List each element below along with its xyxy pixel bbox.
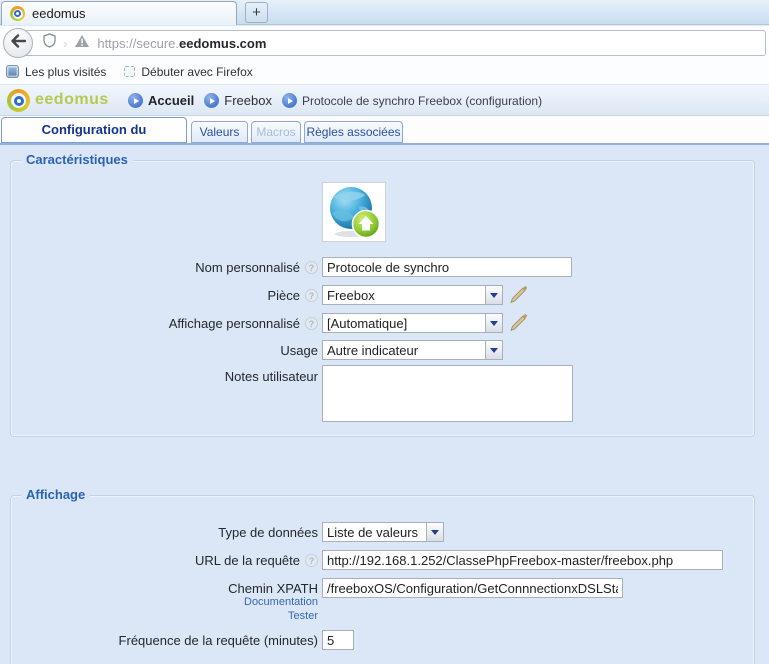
field-label-row: Fréquence de la requête (minutes) [10,630,318,650]
url-domain: eedomus.com [179,36,266,51]
url-separator: › [63,36,67,51]
breadcrumb: Accueil Freebox Protocole de synchro Fre… [128,85,542,116]
room-select[interactable]: Freebox [322,285,503,305]
back-button[interactable] [3,28,33,58]
dropdown-arrow-icon [426,523,443,541]
xpath-input[interactable] [322,578,623,598]
breadcrumb-home[interactable]: Accueil [128,93,194,108]
help-icon[interactable]: ? [305,317,318,330]
eedomus-logo-icon[interactable] [7,89,30,112]
breadcrumb-freebox[interactable]: Freebox [204,93,272,108]
bookmark-getting-started[interactable]: Débuter avec Firefox [124,65,252,79]
url-scheme: https://secure. [97,36,179,51]
field-label: Notes utilisateur [225,369,318,384]
bookmark-label: Les plus visités [25,65,106,79]
url-text[interactable]: https://secure.eedomus.com [97,36,266,51]
browser-tab-title: eedomus [32,6,85,21]
field-label-row: Type de données [10,522,318,542]
usage-select[interactable]: Autre indicateur [322,340,503,360]
field-label-row: Affichage personnalisé ? [10,313,318,333]
tester-link[interactable]: Tester [10,610,318,622]
field-label: Chemin XPATH [228,581,318,596]
eedomus-logo-text[interactable]: eedomus [35,91,109,109]
breadcrumb-label: Freebox [224,93,272,108]
name-input[interactable] [322,257,572,277]
field-label: URL de la requête [195,553,300,568]
new-tab-button[interactable]: + [245,2,268,23]
field-label: Nom personnalisé [195,260,300,275]
help-icon[interactable]: ? [305,554,318,567]
frequency-input[interactable] [322,630,354,650]
display-select-value: [Automatique] [323,316,485,331]
field-label-row: Usage [10,340,318,360]
tab-configuration-peripherique[interactable]: Configuration du périphérique [1,117,187,143]
warning-triangle-icon[interactable] [74,34,90,53]
bookmark-label: Débuter avec Firefox [141,65,252,79]
field-label-row: Pièce ? [10,285,318,305]
most-visited-icon [6,65,19,78]
eedomus-favicon-icon [10,6,25,21]
breadcrumb-arrow-icon [204,93,219,108]
display-edit-button[interactable] [509,313,529,333]
dropdown-arrow-icon [485,341,502,359]
tab-valeurs[interactable]: Valeurs [191,121,248,143]
breadcrumb-arrow-icon [282,93,297,108]
documentation-link[interactable]: Documentation [10,596,318,608]
dashed-placeholder-icon [124,66,135,77]
field-label: Pièce [267,288,300,303]
data-type-select-value: Liste de valeurs [323,525,426,540]
breadcrumb-arrow-icon [128,93,143,108]
section-legend: Affichage [21,487,90,502]
room-select-value: Freebox [323,288,485,303]
field-label: Affichage personnalisé [169,316,300,331]
help-icon[interactable]: ? [305,261,318,274]
data-type-select[interactable]: Liste de valeurs [322,522,444,542]
page-tab-strip: Configuration du périphérique Valeurs Ma… [0,116,769,145]
shield-icon[interactable] [43,33,56,53]
field-label-row: Notes utilisateur [10,366,318,386]
section-legend: Caractéristiques [21,152,133,167]
browser-tab-bar: eedomus + [0,0,769,25]
url-bar[interactable]: › https://secure.eedomus.com [16,30,766,56]
navigation-toolbar: › https://secure.eedomus.com [0,26,769,59]
tab-regles-associees[interactable]: Règles associées [304,121,403,143]
breadcrumb-current-page[interactable]: Protocole de synchro Freebox (configurat… [282,93,542,108]
breadcrumb-label: Accueil [148,93,194,108]
dropdown-arrow-icon [485,286,502,304]
field-label-row: Chemin XPATH [10,578,318,598]
bookmark-most-visited[interactable]: Les plus visités [6,65,106,79]
browser-tab-eedomus[interactable]: eedomus [1,1,237,25]
room-edit-button[interactable] [509,285,529,305]
notes-textarea[interactable] [322,365,573,422]
dropdown-arrow-icon [485,314,502,332]
field-label: Type de données [218,525,318,540]
usage-select-value: Autre indicateur [323,343,485,358]
field-label: Fréquence de la requête (minutes) [119,633,318,648]
breadcrumb-label: Protocole de synchro Freebox (configurat… [302,94,542,108]
browser-window: eedomus + › https://secure.eedomus.com L… [0,0,769,664]
request-url-input[interactable] [322,550,723,570]
display-select[interactable]: [Automatique] [322,313,503,333]
back-arrow-icon [10,34,26,53]
help-icon[interactable]: ? [305,289,318,302]
field-label: Usage [280,343,318,358]
field-label-row: Nom personnalisé ? [10,257,318,277]
bookmarks-bar: Les plus visités Débuter avec Firefox [0,59,769,85]
tab-macros: Macros [251,121,301,143]
field-label-row: URL de la requête ? [10,550,318,570]
site-header: eedomus Accueil Freebox Protocole de syn… [0,85,769,116]
device-icon[interactable] [322,182,386,242]
globe-home-icon [326,185,382,239]
